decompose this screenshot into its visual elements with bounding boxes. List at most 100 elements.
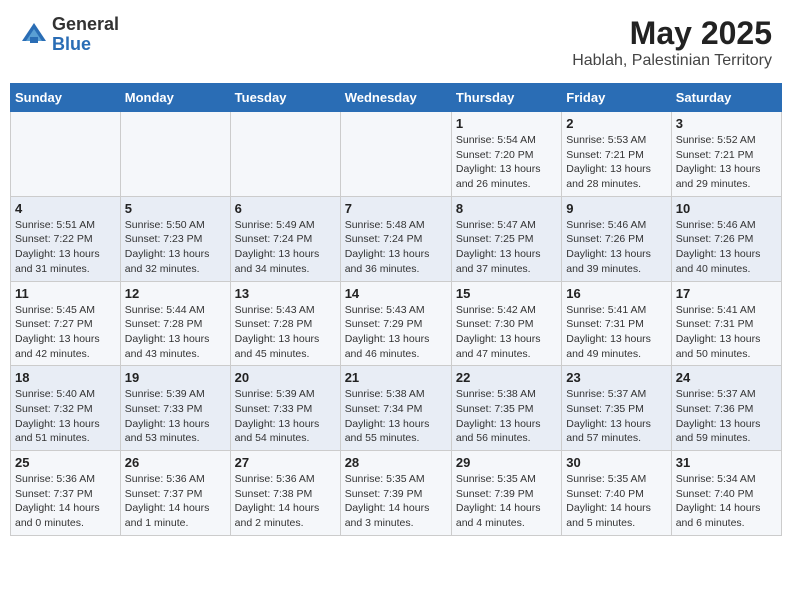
calendar-cell (340, 112, 451, 197)
calendar-cell: 2 Sunrise: 5:53 AMSunset: 7:21 PMDaylight… (562, 112, 671, 197)
day-info: Sunrise: 5:53 AMSunset: 7:21 PMDaylight:… (566, 133, 666, 192)
day-info: Sunrise: 5:42 AMSunset: 7:30 PMDaylight:… (456, 303, 557, 362)
calendar-table: Sunday Monday Tuesday Wednesday Thursday… (10, 83, 782, 536)
calendar-cell: 6Sunrise: 5:49 AMSunset: 7:24 PMDaylight… (230, 196, 340, 281)
day-info: Sunrise: 5:54 AMSunset: 7:20 PMDaylight:… (456, 133, 557, 192)
calendar-cell: 15 Sunrise: 5:42 AMSunset: 7:30 PMDayligh… (451, 281, 561, 366)
day-number: 11 (15, 286, 116, 301)
day-info: Sunrise: 5:45 AMSunset: 7:27 PMDaylight:… (15, 303, 116, 362)
day-number: 12 (125, 286, 226, 301)
day-number: 2 (566, 116, 666, 131)
day-info: Sunrise: 5:40 AMSunset: 7:32 PMDaylight:… (15, 387, 116, 446)
calendar-cell: 1 Sunrise: 5:54 AMSunset: 7:20 PMDaylight… (451, 112, 561, 197)
calendar-cell: 21 Sunrise: 5:38 AMSunset: 7:34 PMDayligh… (340, 366, 451, 451)
day-number: 14 (345, 286, 447, 301)
calendar-week-2: 4 Sunrise: 5:51 AMSunset: 7:22 PMDaylight… (11, 196, 782, 281)
day-number: 26 (125, 455, 226, 470)
calendar-cell: 31Sunrise: 5:34 AMSunset: 7:40 PMDayligh… (671, 451, 781, 536)
day-info: Sunrise: 5:38 AMSunset: 7:35 PMDaylight:… (456, 387, 557, 446)
calendar-cell: 7 Sunrise: 5:48 AMSunset: 7:24 PMDaylight… (340, 196, 451, 281)
day-info: Sunrise: 5:36 AMSunset: 7:38 PMDaylight:… (235, 472, 336, 531)
day-info: Sunrise: 5:35 AMSunset: 7:40 PMDaylight:… (566, 472, 666, 531)
calendar-week-3: 11 Sunrise: 5:45 AMSunset: 7:27 PMDayligh… (11, 281, 782, 366)
day-number: 27 (235, 455, 336, 470)
calendar-cell: 3Sunrise: 5:52 AMSunset: 7:21 PMDaylight… (671, 112, 781, 197)
header-saturday: Saturday (671, 84, 781, 112)
calendar-cell: 23 Sunrise: 5:37 AMSunset: 7:35 PMDayligh… (562, 366, 671, 451)
day-info: Sunrise: 5:51 AMSunset: 7:22 PMDaylight:… (15, 218, 116, 277)
day-number: 8 (456, 201, 557, 216)
calendar-cell (11, 112, 121, 197)
header-friday: Friday (562, 84, 671, 112)
header-tuesday: Tuesday (230, 84, 340, 112)
day-number: 15 (456, 286, 557, 301)
header-monday: Monday (120, 84, 230, 112)
calendar-cell: 29 Sunrise: 5:35 AMSunset: 7:39 PMDayligh… (451, 451, 561, 536)
day-info: Sunrise: 5:37 AMSunset: 7:36 PMDaylight:… (676, 387, 777, 446)
page-header: General Blue May 2025 Hablah, Palestinia… (10, 10, 782, 75)
day-number: 20 (235, 370, 336, 385)
calendar-cell: 16 Sunrise: 5:41 AMSunset: 7:31 PMDayligh… (562, 281, 671, 366)
day-number: 18 (15, 370, 116, 385)
calendar-cell: 25Sunrise: 5:36 AMSunset: 7:37 PMDayligh… (11, 451, 121, 536)
calendar-cell: 24 Sunrise: 5:37 AMSunset: 7:36 PMDayligh… (671, 366, 781, 451)
day-info: Sunrise: 5:50 AMSunset: 7:23 PMDaylight:… (125, 218, 226, 277)
calendar-cell: 18 Sunrise: 5:40 AMSunset: 7:32 PMDayligh… (11, 366, 121, 451)
day-number: 24 (676, 370, 777, 385)
day-info: Sunrise: 5:47 AMSunset: 7:25 PMDaylight:… (456, 218, 557, 277)
calendar-cell: 5 Sunrise: 5:50 AMSunset: 7:23 PMDaylight… (120, 196, 230, 281)
calendar-cell: 10Sunrise: 5:46 AMSunset: 7:26 PMDayligh… (671, 196, 781, 281)
day-info: Sunrise: 5:39 AMSunset: 7:33 PMDaylight:… (235, 387, 336, 446)
calendar-cell: 4 Sunrise: 5:51 AMSunset: 7:22 PMDaylight… (11, 196, 121, 281)
calendar-cell: 30 Sunrise: 5:35 AMSunset: 7:40 PMDayligh… (562, 451, 671, 536)
calendar-cell: 13 Sunrise: 5:43 AMSunset: 7:28 PMDayligh… (230, 281, 340, 366)
day-info: Sunrise: 5:37 AMSunset: 7:35 PMDaylight:… (566, 387, 666, 446)
calendar-cell: 11 Sunrise: 5:45 AMSunset: 7:27 PMDayligh… (11, 281, 121, 366)
day-number: 28 (345, 455, 447, 470)
logo-text: General Blue (52, 15, 119, 55)
calendar-week-4: 18 Sunrise: 5:40 AMSunset: 7:32 PMDayligh… (11, 366, 782, 451)
day-info: Sunrise: 5:44 AMSunset: 7:28 PMDaylight:… (125, 303, 226, 362)
day-number: 17 (676, 286, 777, 301)
calendar-header-row: Sunday Monday Tuesday Wednesday Thursday… (11, 84, 782, 112)
day-number: 1 (456, 116, 557, 131)
day-info: Sunrise: 5:36 AMSunset: 7:37 PMDaylight:… (15, 472, 116, 531)
month-title: May 2025 (572, 15, 772, 52)
page-wrapper: General Blue May 2025 Hablah, Palestinia… (10, 10, 782, 536)
day-info: Sunrise: 5:41 AMSunset: 7:31 PMDaylight:… (566, 303, 666, 362)
day-info: Sunrise: 5:34 AMSunset: 7:40 PMDaylight:… (676, 472, 777, 531)
day-number: 5 (125, 201, 226, 216)
calendar-cell: 14Sunrise: 5:43 AMSunset: 7:29 PMDayligh… (340, 281, 451, 366)
day-info: Sunrise: 5:46 AMSunset: 7:26 PMDaylight:… (676, 218, 777, 277)
day-info: Sunrise: 5:46 AMSunset: 7:26 PMDaylight:… (566, 218, 666, 277)
calendar-week-1: 1 Sunrise: 5:54 AMSunset: 7:20 PMDaylight… (11, 112, 782, 197)
day-info: Sunrise: 5:35 AMSunset: 7:39 PMDaylight:… (456, 472, 557, 531)
logo-blue-text: Blue (52, 35, 119, 55)
day-number: 21 (345, 370, 447, 385)
day-info: Sunrise: 5:38 AMSunset: 7:34 PMDaylight:… (345, 387, 447, 446)
day-number: 6 (235, 201, 336, 216)
calendar-cell: 26Sunrise: 5:36 AMSunset: 7:37 PMDayligh… (120, 451, 230, 536)
day-number: 16 (566, 286, 666, 301)
day-number: 22 (456, 370, 557, 385)
calendar-cell (120, 112, 230, 197)
day-info: Sunrise: 5:48 AMSunset: 7:24 PMDaylight:… (345, 218, 447, 277)
day-info: Sunrise: 5:43 AMSunset: 7:28 PMDaylight:… (235, 303, 336, 362)
header-sunday: Sunday (11, 84, 121, 112)
calendar-week-5: 25Sunrise: 5:36 AMSunset: 7:37 PMDayligh… (11, 451, 782, 536)
calendar-cell: 12 Sunrise: 5:44 AMSunset: 7:28 PMDayligh… (120, 281, 230, 366)
day-number: 13 (235, 286, 336, 301)
day-number: 7 (345, 201, 447, 216)
location-title: Hablah, Palestinian Territory (572, 52, 772, 70)
day-number: 30 (566, 455, 666, 470)
calendar-cell: 19Sunrise: 5:39 AMSunset: 7:33 PMDayligh… (120, 366, 230, 451)
day-number: 19 (125, 370, 226, 385)
calendar-cell: 22 Sunrise: 5:38 AMSunset: 7:35 PMDayligh… (451, 366, 561, 451)
day-number: 29 (456, 455, 557, 470)
header-wednesday: Wednesday (340, 84, 451, 112)
day-info: Sunrise: 5:52 AMSunset: 7:21 PMDaylight:… (676, 133, 777, 192)
day-number: 23 (566, 370, 666, 385)
day-number: 4 (15, 201, 116, 216)
title-block: May 2025 Hablah, Palestinian Territory (572, 15, 772, 70)
logo: General Blue (20, 15, 119, 55)
